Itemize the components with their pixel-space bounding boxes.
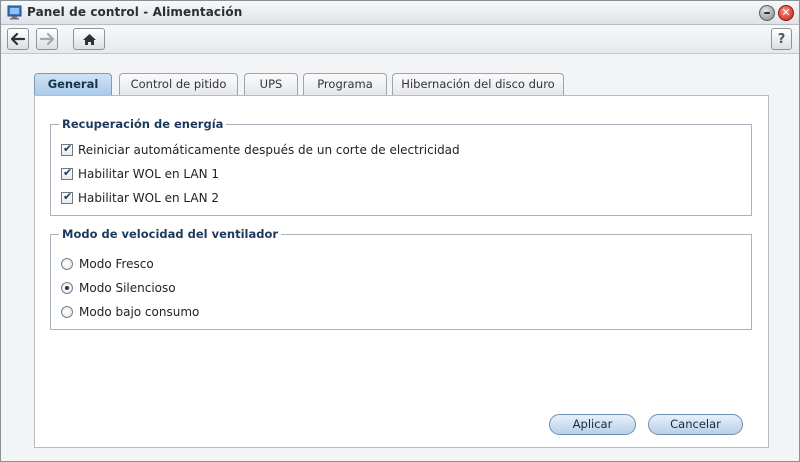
fan-quiet-label[interactable]: Modo Silencioso <box>79 281 176 295</box>
close-button[interactable]: ✕ <box>778 5 794 21</box>
power-app-icon <box>7 5 22 20</box>
title-bar[interactable]: Panel de control - Alimentación ✕ <box>1 1 799 25</box>
wol-lan2-label[interactable]: Habilitar WOL en LAN 2 <box>78 191 219 205</box>
cancel-button[interactable]: Cancelar <box>648 414 743 435</box>
tab-general[interactable]: General <box>34 73 112 96</box>
control-panel-window: Panel de control - Alimentación ✕ ? Gene… <box>0 0 800 462</box>
wol-lan1-label[interactable]: Habilitar WOL en LAN 1 <box>78 167 219 181</box>
fan-low-power-option[interactable]: Modo bajo consumo <box>61 304 199 320</box>
arrow-left-icon <box>11 33 25 45</box>
general-tab-panel: Recuperación de energía Reiniciar automá… <box>34 95 769 448</box>
fan-speed-group: Modo de velocidad del ventilador Modo Fr… <box>50 227 752 330</box>
wol-lan1-checkbox[interactable] <box>61 166 73 180</box>
apply-button[interactable]: Aplicar <box>549 414 636 435</box>
fan-quiet-option[interactable]: Modo Silencioso <box>61 280 176 296</box>
fan-cool-radio[interactable] <box>61 258 73 270</box>
home-button[interactable] <box>73 28 105 50</box>
fan-low-power-label[interactable]: Modo bajo consumo <box>79 305 199 319</box>
fan-quiet-radio[interactable] <box>61 282 73 294</box>
fan-cool-label[interactable]: Modo Fresco <box>79 257 154 271</box>
fan-cool-option[interactable]: Modo Fresco <box>61 256 154 272</box>
auto-restart-checkbox[interactable] <box>61 142 73 156</box>
back-button[interactable] <box>7 28 29 50</box>
fan-low-power-radio[interactable] <box>61 306 73 318</box>
power-recovery-legend: Recuperación de energía <box>59 117 227 131</box>
auto-restart-label[interactable]: Reiniciar automáticamente después de un … <box>78 143 460 157</box>
wol-lan2-option[interactable]: Habilitar WOL en LAN 2 <box>61 190 219 206</box>
fan-speed-legend: Modo de velocidad del ventilador <box>59 227 282 241</box>
tab-schedule[interactable]: Programa <box>303 73 387 95</box>
power-recovery-group: Recuperación de energía Reiniciar automá… <box>50 117 752 216</box>
minimize-button[interactable] <box>759 5 775 21</box>
tab-ups[interactable]: UPS <box>244 73 298 95</box>
window-title: Panel de control - Alimentación <box>27 5 243 19</box>
auto-restart-option[interactable]: Reiniciar automáticamente después de un … <box>61 142 460 158</box>
wol-lan2-checkbox[interactable] <box>61 190 73 204</box>
forward-button[interactable] <box>36 28 58 50</box>
help-button[interactable]: ? <box>771 28 792 50</box>
tab-beep-control[interactable]: Control de pitido <box>119 73 238 95</box>
tab-disk-hibernation[interactable]: Hibernación del disco duro <box>392 73 564 95</box>
arrow-right-icon <box>40 33 54 45</box>
wol-lan1-option[interactable]: Habilitar WOL en LAN 1 <box>61 166 219 182</box>
toolbar: ? <box>1 26 799 54</box>
home-icon <box>82 33 96 45</box>
